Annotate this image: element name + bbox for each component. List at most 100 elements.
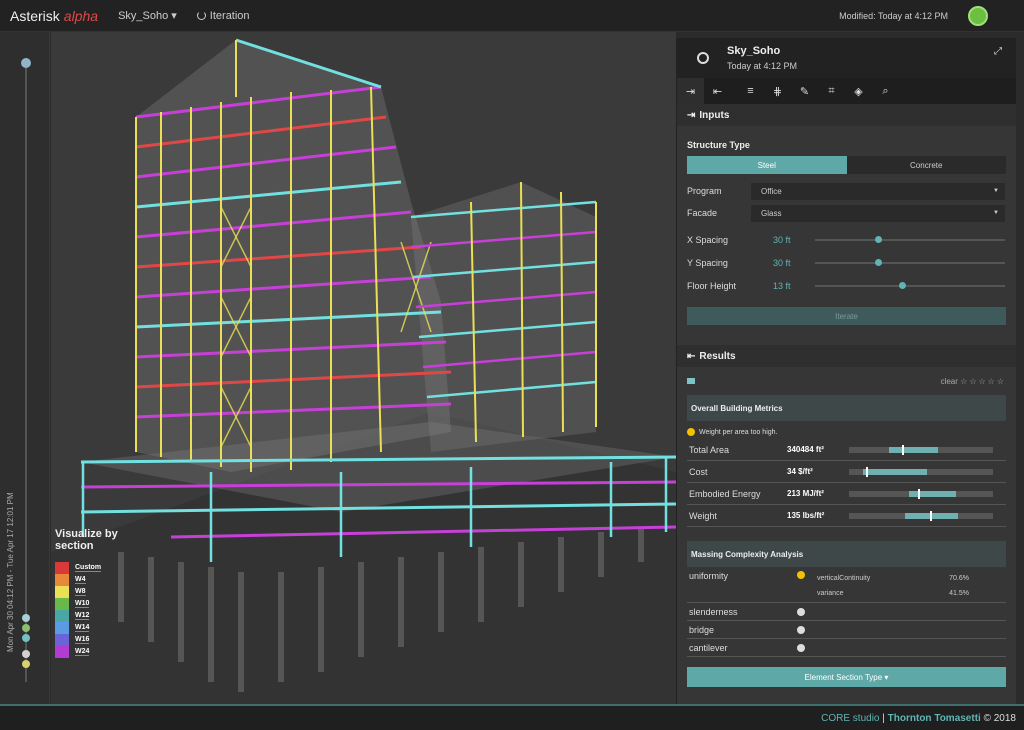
legend-item[interactable]: W10 xyxy=(55,598,145,610)
metric-value: 34 $/ft² xyxy=(787,467,813,476)
structure-option-steel[interactable]: Steel xyxy=(687,156,847,174)
slider-thumb[interactable] xyxy=(874,258,882,266)
top-bar: Asterisk alpha Sky_Soho ▾ Iteration Modif… xyxy=(0,0,1024,32)
legend-item[interactable]: W24 xyxy=(55,646,145,658)
metric-range xyxy=(863,468,927,475)
iterate-button[interactable]: Iterate xyxy=(687,307,1006,325)
timeline-marker[interactable] xyxy=(22,634,30,642)
metric-range-bar xyxy=(849,510,993,521)
metric-row: Embodied Energy 213 MJ/ft² xyxy=(687,483,1006,505)
list-icon[interactable]: ≡ xyxy=(737,78,764,104)
inputs-tab-icon[interactable]: ⇥ xyxy=(677,78,704,104)
complexity-row[interactable]: uniformity verticalContinuity 70.6% varianc… xyxy=(687,567,1006,603)
complexity-row[interactable]: bridge xyxy=(687,621,1006,639)
metric-value: 213 MJ/ft² xyxy=(787,489,824,498)
structure-option-concrete[interactable]: Concrete xyxy=(846,156,1006,174)
metric-marker xyxy=(929,510,932,521)
results-toolbar: clear ☆☆☆☆☆ xyxy=(677,371,1016,391)
inputs-icon: ⇥ xyxy=(687,109,696,121)
crop-icon[interactable]: ⌗ xyxy=(818,78,845,104)
detail-name: variance xyxy=(817,590,844,597)
legend-item[interactable]: W16 xyxy=(55,634,145,646)
refresh-icon xyxy=(196,11,206,20)
check-icon xyxy=(797,625,805,634)
complexity-details: verticalContinuity 70.6% variance 41.5% xyxy=(817,571,969,601)
results-header[interactable]: ⇤ Results xyxy=(677,345,1016,367)
metric-range xyxy=(889,446,939,453)
slider-track[interactable] xyxy=(815,235,1005,243)
timeline-marker[interactable] xyxy=(22,614,30,622)
sliders-icon[interactable]: ⋕ xyxy=(764,78,791,104)
legend-item[interactable]: W8 xyxy=(55,586,145,598)
footer-copyright: © 2018 xyxy=(983,713,1016,724)
facade-select[interactable]: Glass ▼ xyxy=(751,204,1005,222)
timeline-track[interactable] xyxy=(25,62,27,682)
properties-panel: Sky_Soho Today at 4:12 PM ⤢ ⇥ ⇤ ≡ ⋕ ✎ ⌗ … xyxy=(676,38,1016,704)
clear-link[interactable]: clear xyxy=(941,377,958,386)
weight-warning: Weight per area too high. xyxy=(687,425,1006,439)
metric-range-bar xyxy=(849,444,993,455)
user-avatar[interactable] xyxy=(968,6,988,26)
cube-icon[interactable]: ◈ xyxy=(845,78,872,104)
app-logo[interactable]: Asterisk alpha xyxy=(10,8,98,24)
expand-icon[interactable]: ⤢ xyxy=(994,46,1002,57)
search-icon[interactable]: ⌕ xyxy=(872,78,899,104)
legend-title: Visualize by section xyxy=(55,528,118,552)
timeline-sidebar: Mon Apr 30 04:12 PM - Tue Apr 17 12:01 P… xyxy=(0,32,50,704)
program-label: Program xyxy=(687,186,722,196)
facade-field: Facade Glass ▼ xyxy=(677,202,1016,224)
legend-swatch xyxy=(55,598,69,610)
element-section-type-button[interactable]: Element Section Type ▾ xyxy=(687,667,1006,687)
iteration-label: Iteration xyxy=(209,9,250,22)
iteration-button[interactable]: Iteration xyxy=(196,9,250,22)
timeline-marker[interactable] xyxy=(22,624,30,632)
brush-icon[interactable]: ✎ xyxy=(791,78,818,104)
caret-down-icon: ▼ xyxy=(993,188,999,194)
tag-icon[interactable] xyxy=(687,378,695,384)
complexity-row[interactable]: cantilever xyxy=(687,639,1006,657)
timeline-marker[interactable] xyxy=(22,650,30,658)
slider-track[interactable] xyxy=(815,258,1005,266)
results-tab-icon[interactable]: ⇤ xyxy=(704,78,731,104)
complexity-label: uniformity xyxy=(689,571,729,581)
inputs-header[interactable]: ⇥ Inputs xyxy=(677,104,1016,126)
slider-thumb[interactable] xyxy=(899,281,907,289)
metric-label: Embodied Energy xyxy=(689,488,761,499)
legend-label: W16 xyxy=(75,636,90,644)
footer: CORE studio | Thornton Tomasetti © 2018 xyxy=(0,704,1024,730)
legend-swatch xyxy=(55,610,69,622)
slider-track[interactable] xyxy=(815,281,1005,289)
structure-type-label: Structure Type xyxy=(687,140,750,150)
metric-row: Cost 34 $/ft² xyxy=(687,461,1006,483)
timeline-end-handle[interactable] xyxy=(22,660,30,668)
legend-item[interactable]: W14 xyxy=(55,622,145,634)
legend-item[interactable]: Custom xyxy=(55,562,145,574)
rating-stars[interactable]: ☆☆☆☆☆ xyxy=(960,377,1006,386)
program-value: Office xyxy=(761,186,782,196)
3d-viewport[interactable]: Visualize by section Custom W4 W8 W10 W12 W14… xyxy=(51,32,676,704)
results-icon: ⇤ xyxy=(687,350,696,362)
project-menu[interactable]: Sky_Soho ▾ xyxy=(118,9,177,22)
legend-swatch xyxy=(55,586,69,598)
complexity-row[interactable]: slenderness xyxy=(687,603,1006,621)
footer-company: Thornton Tomasetti xyxy=(887,713,981,724)
slider-thumb[interactable] xyxy=(874,235,882,243)
program-select[interactable]: Office ▼ xyxy=(751,182,1005,200)
modified-timestamp: Modified: Today at 4:12 PM xyxy=(839,11,948,21)
legend-label: W10 xyxy=(75,600,90,608)
slider-value: 30 ft xyxy=(773,257,791,268)
warning-text: Weight per area too high. xyxy=(699,428,778,436)
complexity-label: bridge xyxy=(689,624,715,635)
legend-label: W12 xyxy=(75,612,90,620)
panel-title: Sky_Soho xyxy=(727,45,781,57)
legend-item[interactable]: W4 xyxy=(55,574,145,586)
check-icon xyxy=(797,607,805,616)
slider-row: X Spacing 30 ft xyxy=(677,228,1016,251)
footer-separator: | xyxy=(882,713,885,724)
warning-icon xyxy=(687,428,695,436)
timeline-start-handle[interactable] xyxy=(21,58,31,68)
complexity-label: cantilever xyxy=(689,642,728,653)
legend-swatch xyxy=(55,646,69,658)
legend-item[interactable]: W12 xyxy=(55,610,145,622)
metrics-header: Overall Building Metrics xyxy=(687,395,1006,421)
